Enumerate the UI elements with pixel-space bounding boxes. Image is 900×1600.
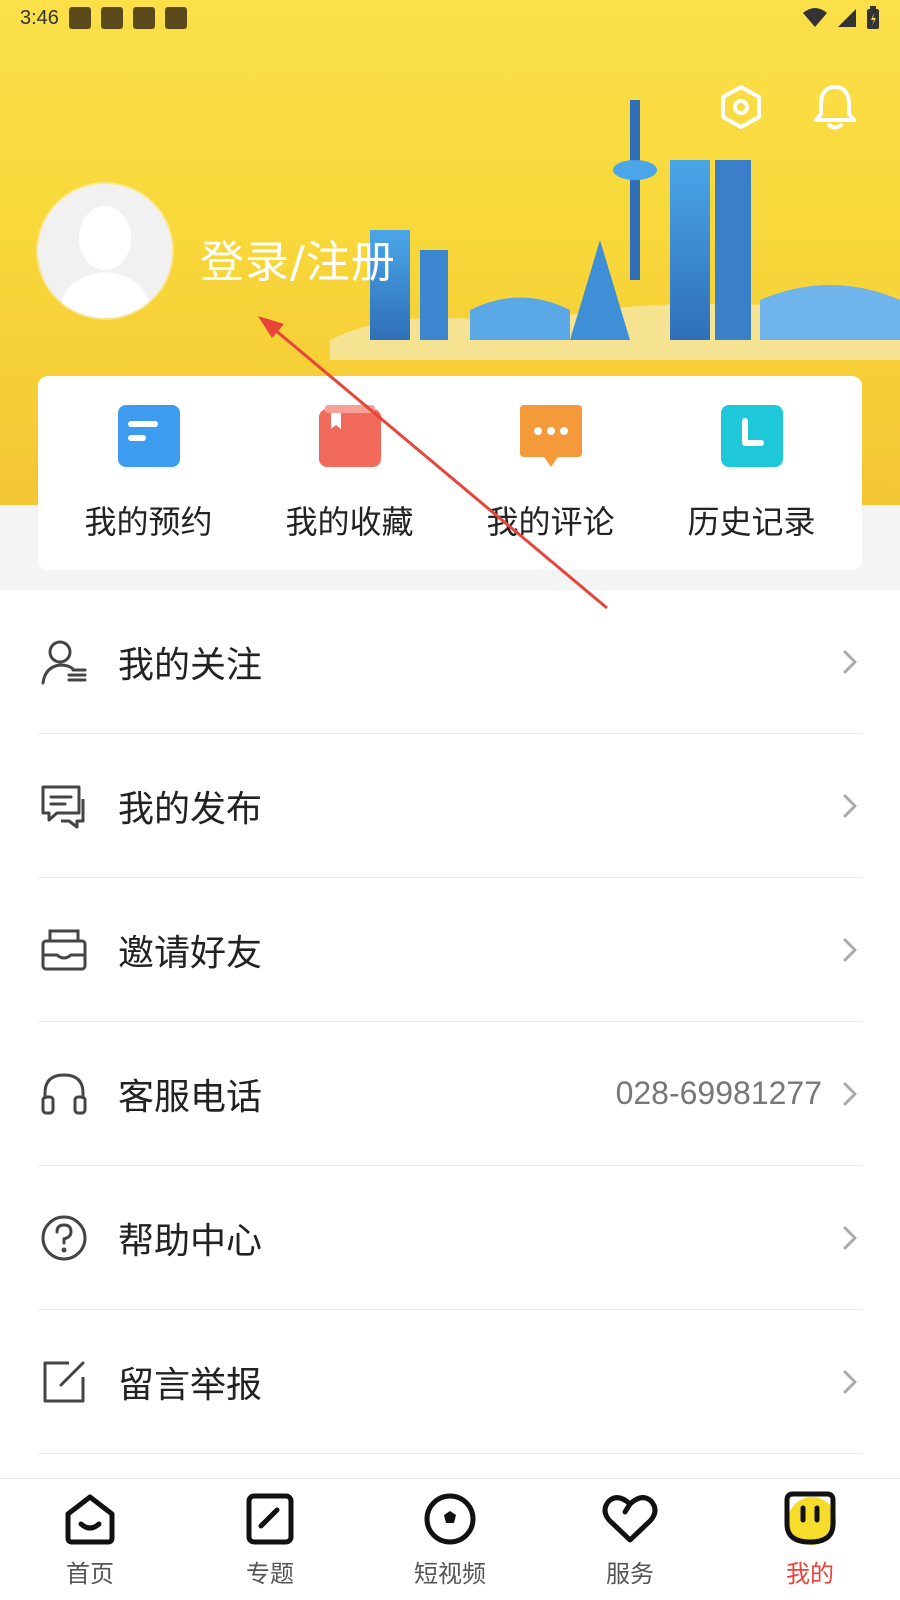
nav-item-services[interactable]: 服务 [540,1490,720,1589]
status-bar: 3:46 [0,0,900,36]
nav-label: 专题 [246,1560,294,1588]
image-icon [100,7,123,29]
menu-item-following[interactable]: 我的关注 [38,590,862,734]
chevron-right-icon [838,1223,862,1253]
favorites-icon [318,405,381,467]
me-smile-icon [781,1490,839,1548]
quick-item-reservations[interactable]: 我的预约 [54,403,244,543]
menu-item-customer-service[interactable]: 客服电话 028-69981277 [38,1022,862,1166]
menu-item-label: 留言举报 [118,1364,263,1406]
nav-item-home[interactable]: 首页 [0,1490,180,1589]
menu-item-feedback-report[interactable]: 留言举报 [38,1310,862,1454]
topic-icon [241,1490,299,1548]
wifi-icon [803,8,827,27]
home-icon [61,1490,119,1548]
chevron-right-icon [838,935,862,965]
menu-item-invite[interactable]: 邀请好友 [38,878,862,1022]
publish-chat-icon [38,780,90,832]
status-time: 3:46 [20,6,59,29]
menu-item-label: 我的发布 [118,788,263,830]
signal-icon [838,9,856,27]
menu-item-label: 邀请好友 [118,932,263,974]
notifications-button[interactable] [810,82,860,132]
menu-item-label: 帮助中心 [118,1220,263,1262]
nav-label: 我的 [786,1560,834,1588]
notification-icon [132,7,155,29]
nav-label: 短视频 [414,1560,486,1588]
login-register-link[interactable]: 登录/注册 [200,226,396,290]
default-avatar-icon [38,184,172,318]
short-video-icon [421,1490,479,1548]
nav-item-short-video[interactable]: 短视频 [360,1490,540,1589]
nav-item-me[interactable]: 我的 [720,1490,900,1589]
settings-hexagon-icon [721,85,761,129]
quick-item-history[interactable]: 历史记录 [657,403,847,543]
reservation-icon [117,405,180,467]
quick-item-label: 历史记录 [687,503,816,541]
comments-icon [519,405,582,467]
nav-label: 首页 [66,1560,114,1588]
nav-item-topics[interactable]: 专题 [180,1490,360,1589]
bell-icon [814,85,856,130]
city-skyline-illustration [330,100,900,360]
edit-note-icon [38,1356,90,1408]
settings-button[interactable] [716,82,766,132]
quick-item-label: 我的评论 [486,503,615,541]
quick-item-label: 我的预约 [84,503,213,541]
quick-item-comments[interactable]: 我的评论 [456,403,646,543]
battery-icon [867,6,879,29]
bottom-navigation: 首页 专题 短视频 服务 我的 [0,1478,900,1600]
menu-item-publish[interactable]: 我的发布 [38,734,862,878]
menu-item-help-center[interactable]: 帮助中心 [38,1166,862,1310]
menu-list: 我的关注 我的发布 邀请好友 客服电话 028-69981277 帮助中心 留言… [0,590,900,1480]
quick-actions-card: 我的预约 我的收藏 我的评论 历史记录 [38,376,862,570]
notification-icon [68,7,91,29]
invite-mail-icon [38,924,90,976]
app-notification-icon [164,7,187,29]
menu-item-label: 客服电话 [118,1076,263,1118]
customer-service-phone[interactable]: 028-69981277 [616,1075,822,1112]
follow-user-icon [38,636,90,688]
chevron-right-icon [838,647,862,677]
chevron-right-icon [838,1367,862,1397]
menu-item-label: 我的关注 [118,644,263,686]
help-question-icon [38,1212,90,1264]
headset-icon [38,1068,90,1120]
heart-service-icon [601,1490,659,1548]
quick-item-favorites[interactable]: 我的收藏 [255,403,445,543]
nav-label: 服务 [606,1560,654,1588]
chevron-right-icon [838,1079,862,1109]
avatar[interactable] [38,184,172,318]
history-icon [720,405,783,467]
quick-item-label: 我的收藏 [285,503,414,541]
chevron-right-icon [838,791,862,821]
